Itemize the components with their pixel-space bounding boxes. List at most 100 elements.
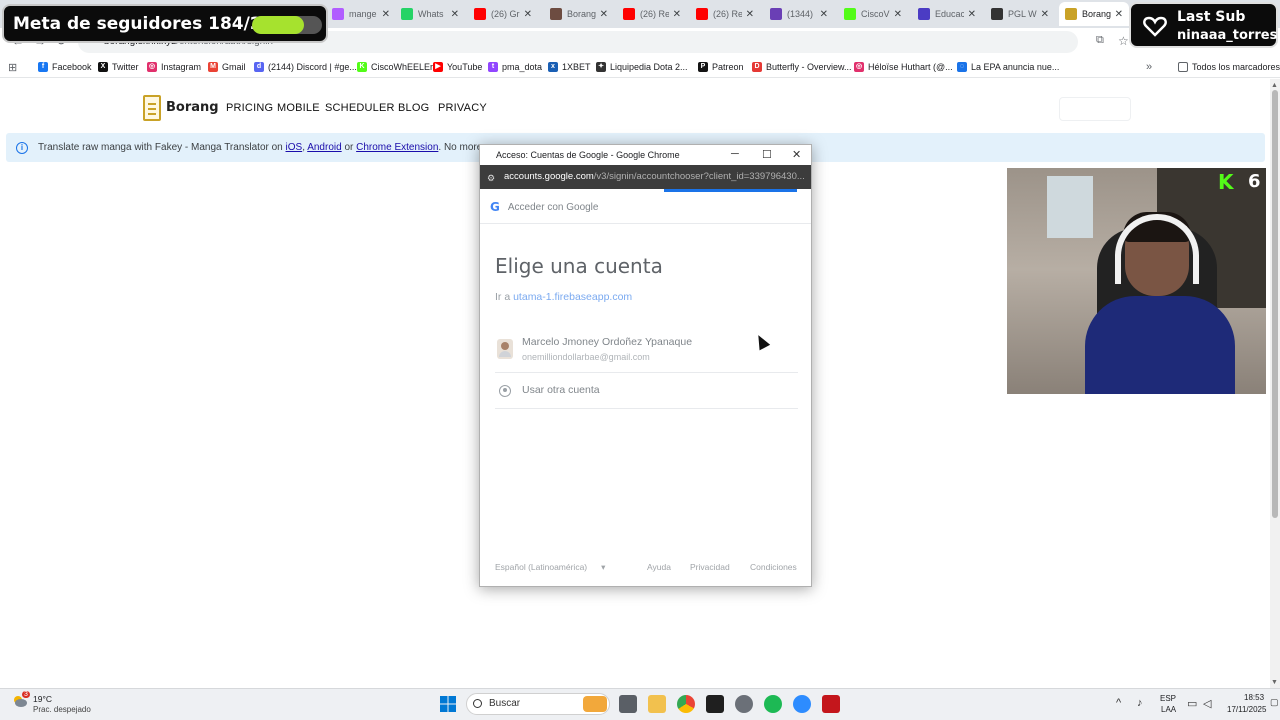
loading-progress-bar: [664, 189, 797, 192]
android-link[interactable]: Android: [307, 142, 341, 153]
login-button-placeholder[interactable]: [1059, 97, 1131, 121]
tab-favicon-icon: [918, 8, 930, 20]
spotify-icon[interactable]: [764, 695, 782, 713]
chrome-icon[interactable]: [677, 695, 695, 713]
settings-gear-icon[interactable]: [735, 695, 753, 713]
network-icon[interactable]: ▭: [1187, 697, 1197, 710]
bookmark-item[interactable]: ◎ Instagram: [147, 60, 201, 74]
translate-icon[interactable]: ⧉: [1096, 34, 1104, 47]
discord-icon: d: [254, 62, 264, 72]
clock-date[interactable]: 17/11/2025: [1227, 705, 1266, 714]
chrome-extension-link[interactable]: Chrome Extension: [356, 142, 438, 153]
bookmark-item[interactable]: f Facebook: [38, 60, 92, 74]
site-settings-icon[interactable]: ⚙: [487, 173, 495, 184]
nav-scheduler[interactable]: SCHEDULER: [325, 102, 395, 114]
tab-close-icon[interactable]: ✕: [820, 9, 828, 20]
tab-close-icon[interactable]: ✕: [1041, 9, 1049, 20]
site-logo-text[interactable]: Borang: [166, 100, 219, 115]
ios-link[interactable]: iOS: [286, 142, 303, 153]
butterfly-icon: D: [752, 62, 762, 72]
last-sub-overlay: Last Sub ninaaa_torres: [1129, 2, 1278, 48]
choose-account-heading: Elige una cuenta: [495, 254, 663, 278]
scroll-up-icon[interactable]: ▲: [1271, 82, 1278, 89]
notification-icon[interactable]: ▢: [1270, 697, 1279, 708]
bookmark-item[interactable]: ◎ Héloïse Huthart (@...: [854, 60, 953, 74]
terms-link[interactable]: Condiciones: [750, 562, 797, 572]
tab-title: CiscoV: [861, 9, 890, 19]
follower-goal-bar: [252, 16, 322, 34]
help-link[interactable]: Ayuda: [647, 562, 671, 572]
obs-icon[interactable]: [706, 695, 724, 713]
bookmark-item[interactable]: x 1XBET: [548, 60, 591, 74]
close-icon[interactable]: ✕: [792, 148, 801, 161]
file-explorer-icon[interactable]: [648, 695, 666, 713]
bookmark-item[interactable]: K CiscoWhEELEr: [357, 60, 433, 74]
browser-tab[interactable]: (26) Re ✕: [617, 2, 687, 26]
popup-title: Acceso: Cuentas de Google - Google Chrom…: [496, 150, 680, 160]
weather-description: Prac. despejado: [33, 705, 91, 714]
language-indicator-bottom[interactable]: LAA: [1161, 705, 1176, 714]
task-view-icon[interactable]: [619, 695, 637, 713]
tab-close-icon[interactable]: ✕: [746, 9, 754, 20]
clock-time[interactable]: 18:53: [1244, 693, 1264, 702]
browser-tab[interactable]: Educac ✕: [912, 2, 982, 26]
bookmark-item[interactable]: ◌ La EPA anuncia nue...: [957, 60, 1059, 74]
nav-privacy[interactable]: PRIVACY: [438, 102, 487, 114]
nav-mobile[interactable]: MOBILE: [277, 102, 320, 114]
page-scrollbar-thumb[interactable]: [1272, 90, 1278, 518]
bookmark-item[interactable]: t pma_dota: [488, 60, 542, 74]
scroll-down-icon[interactable]: ▼: [1271, 679, 1278, 686]
browser-tab[interactable]: PGL W ✕: [985, 2, 1055, 26]
bookmark-item[interactable]: ✦ Liquipedia Dota 2...: [596, 60, 688, 74]
bookmark-item[interactable]: d (2144) Discord | #ge...: [254, 60, 357, 74]
bookmark-label: pma_dota: [502, 62, 543, 72]
browser-tab[interactable]: mange ✕: [326, 2, 396, 26]
bookmark-item[interactable]: M Gmail: [208, 60, 246, 74]
search-icon: [473, 699, 482, 708]
nav-blog[interactable]: BLOG: [398, 102, 429, 114]
bookmark-item[interactable]: X Twitter: [98, 60, 139, 74]
nav-pricing[interactable]: PRICING: [226, 102, 273, 114]
goto-app-link[interactable]: utama-1.firebaseapp.com: [513, 291, 632, 303]
tab-close-icon[interactable]: ✕: [673, 9, 681, 20]
last-sub-title: Last Sub: [1177, 9, 1246, 25]
tab-close-icon[interactable]: ✕: [968, 9, 976, 20]
tab-close-icon[interactable]: ✕: [382, 9, 390, 20]
tab-close-icon[interactable]: ✕: [600, 9, 608, 20]
bookmark-item[interactable]: P Patreon: [698, 60, 744, 74]
zoom-icon[interactable]: [793, 695, 811, 713]
browser-tab[interactable]: CiscoV ✕: [838, 2, 908, 26]
bookmark-item[interactable]: D Butterfly - Overview...: [752, 60, 852, 74]
language-indicator-top[interactable]: ESP: [1160, 694, 1176, 703]
tab-title: Whats: [418, 9, 444, 19]
volume-icon[interactable]: ◁: [1203, 697, 1211, 710]
language-select[interactable]: Español (Latinoamérica) ▾: [495, 562, 605, 573]
red-app-icon[interactable]: [822, 695, 840, 713]
bookmarks-overflow-icon[interactable]: »: [1146, 60, 1152, 74]
tray-chevron-up-icon[interactable]: ^: [1116, 697, 1121, 709]
browser-tab[interactable]: Borang ✕: [544, 2, 614, 26]
tab-close-icon[interactable]: ✕: [1115, 9, 1123, 20]
maximize-icon[interactable]: ☐: [762, 148, 772, 161]
use-another-account-option[interactable]: Usar otra cuenta: [495, 377, 798, 409]
minimize-icon[interactable]: ─: [731, 148, 739, 160]
bookmark-label: 1XBET: [562, 62, 591, 72]
popup-address-bar[interactable]: accounts.google.com/v3/signin/accountcho…: [480, 165, 811, 189]
tab-close-icon[interactable]: ✕: [894, 9, 902, 20]
browser-tab[interactable]: Whats ✕: [395, 2, 465, 26]
privacy-link[interactable]: Privacidad: [690, 562, 730, 572]
browser-tab[interactable]: (26) Gr ✕: [468, 2, 538, 26]
apps-grid-icon[interactable]: ⊞: [8, 60, 17, 74]
browser-tab[interactable]: Borang ✕: [1059, 2, 1129, 26]
taskbar-search[interactable]: Buscar: [466, 693, 610, 715]
tab-close-icon[interactable]: ✕: [451, 9, 459, 20]
microphone-icon[interactable]: ♪: [1137, 697, 1143, 709]
bookmark-item[interactable]: ▶ YouTube: [433, 60, 482, 74]
browser-tab[interactable]: (1344) ✕: [764, 2, 834, 26]
windows-start-icon[interactable]: [440, 696, 456, 712]
all-bookmarks-folder[interactable]: Todos los marcadores: [1178, 60, 1280, 74]
bookmark-star-icon[interactable]: ☆: [1118, 34, 1129, 48]
tab-close-icon[interactable]: ✕: [524, 9, 532, 20]
browser-tab[interactable]: (26) Re ✕: [690, 2, 760, 26]
borang-clipboard-icon[interactable]: [143, 95, 161, 121]
